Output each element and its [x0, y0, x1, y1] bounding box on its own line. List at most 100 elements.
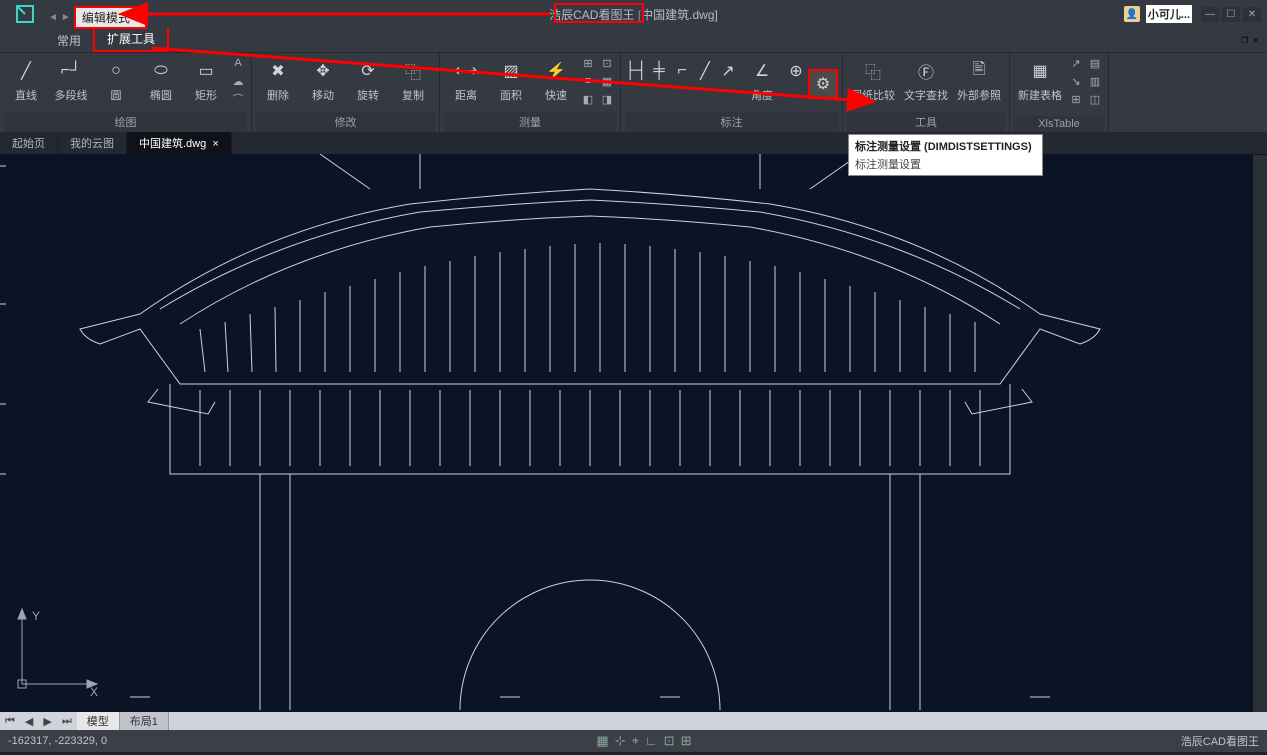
xls-mini-4-icon[interactable]: ▤: [1086, 55, 1104, 71]
xls-mini-5-icon[interactable]: ▥: [1086, 73, 1104, 89]
status-tool-5-icon[interactable]: ⊡: [664, 733, 675, 749]
measure-mini-2-icon[interactable]: ≡: [579, 73, 597, 89]
scrollbar-vertical[interactable]: [1253, 155, 1267, 712]
tool-arc-icon[interactable]: ⌒: [229, 91, 247, 107]
status-tool-4-icon[interactable]: ∟: [645, 733, 658, 749]
doc-tab-current[interactable]: 中国建筑.dwg ×: [127, 132, 232, 154]
tool-line[interactable]: ╱直线: [4, 55, 48, 105]
measure-mini-3-icon[interactable]: ◧: [579, 91, 597, 107]
compare-icon: ⿻: [859, 57, 887, 85]
nav-fwd-icon[interactable]: ►: [61, 12, 71, 23]
tab-extended[interactable]: 扩展工具: [93, 25, 169, 52]
copy-icon: ⿻: [399, 57, 427, 85]
tool-ellipse[interactable]: ⬭椭圆: [139, 55, 183, 105]
polyline-icon: ⌐┘: [57, 57, 85, 85]
ribbon-group-draw: ╱直线 ⌐┘多段线 ○圆 ⬭椭圆 ▭矩形 A ☁ ⌒ 绘图: [0, 53, 252, 132]
tool-distance[interactable]: ⟷距离: [444, 55, 488, 105]
status-tool-6-icon[interactable]: ⊞: [681, 733, 692, 749]
status-bar: -162317, -223329, 0 ▦ ⊹ ⌖ ∟ ⊡ ⊞ 浩辰CAD看图王: [0, 730, 1267, 752]
document-tabs: 起始页 我的云图 中国建筑.dwg ×: [0, 132, 1267, 154]
xls-mini-3-icon[interactable]: ⊞: [1067, 91, 1085, 107]
group-label-tools: 工具: [847, 112, 1005, 132]
eraser-icon: ✖: [264, 57, 292, 85]
tool-dim-5[interactable]: ↗: [717, 55, 739, 87]
rect-icon: ▭: [192, 57, 220, 85]
tool-dim-2[interactable]: ╪: [648, 55, 670, 87]
mode-dropdown[interactable]: 编辑模式 ▾: [74, 6, 147, 29]
drawing-canvas[interactable]: Y X: [0, 154, 1267, 712]
table-icon: ▦: [1026, 57, 1054, 85]
measure-mini-6-icon[interactable]: ◨: [598, 91, 616, 107]
ribbon-group-modify: ✖删除 ✥移动 ⟳旋转 ⿻复制 修改: [252, 53, 440, 132]
document-name: 中国建筑.dwg]: [641, 8, 718, 22]
group-label-measure: 测量: [444, 112, 616, 132]
circle-icon: ○: [102, 57, 130, 85]
tool-dim-3[interactable]: ⌐: [671, 55, 693, 87]
tool-move[interactable]: ✥移动: [301, 55, 345, 105]
tool-delete[interactable]: ✖删除: [256, 55, 300, 105]
status-coordinates: -162317, -223329, 0: [8, 735, 107, 747]
nav-back-icon[interactable]: ◄: [48, 12, 58, 23]
tool-cloud-icon[interactable]: ☁: [229, 73, 247, 89]
tool-newtable[interactable]: ▦新建表格: [1014, 55, 1066, 105]
group-label-draw: 绘图: [4, 112, 247, 132]
tool-dim-6[interactable]: ⊕: [785, 55, 807, 87]
tool-dimdistsettings[interactable]: ⚙: [808, 69, 838, 99]
tool-area[interactable]: ▨面积: [489, 55, 533, 105]
group-label-xlstable: XlsTable: [1014, 116, 1104, 132]
ribbon-group-annotate: ├┤ ╪ ⌐ ╱ ↗ ∠角度 ⊕ ⚙ 标注: [621, 53, 843, 132]
doc-restore-button[interactable]: ❐: [1241, 36, 1248, 48]
draw-mini-col: A ☁ ⌒: [229, 55, 247, 107]
distance-icon: ⟷: [452, 57, 480, 85]
ellipse-icon: ⬭: [147, 57, 175, 85]
xls-mini-6-icon[interactable]: ◫: [1086, 91, 1104, 107]
tool-findtext[interactable]: Ⓕ文字查找: [900, 55, 952, 105]
tool-text-icon[interactable]: A: [229, 55, 247, 71]
window-controls: — ☐ ✕: [1201, 7, 1261, 22]
measure-mini-5-icon[interactable]: ▦: [598, 73, 616, 89]
minimize-button[interactable]: —: [1201, 7, 1219, 22]
doc-close-button[interactable]: ✕: [1252, 36, 1259, 48]
tool-rotate[interactable]: ⟳旋转: [346, 55, 390, 105]
doc-tab-cloud[interactable]: 我的云图: [58, 132, 127, 154]
tool-copy[interactable]: ⿻复制: [391, 55, 435, 105]
status-tool-3-icon[interactable]: ⌖: [632, 733, 639, 749]
layout-nav-prev-icon[interactable]: ◀: [20, 715, 38, 728]
tool-rectangle[interactable]: ▭矩形: [184, 55, 228, 105]
tool-compare[interactable]: ⿻图纸比较: [847, 55, 899, 105]
dim6-icon: ⊕: [782, 57, 810, 85]
layout-nav-first-icon[interactable]: ⏮: [0, 715, 20, 728]
close-button[interactable]: ✕: [1243, 7, 1261, 22]
ribbon-group-xlstable: ▦新建表格 ↗ ↘ ⊞ ▤ ▥ ◫ XlsTable: [1010, 53, 1109, 132]
xls-mini-2-icon[interactable]: ↘: [1067, 73, 1085, 89]
status-tool-1-icon[interactable]: ▦: [596, 733, 608, 749]
tool-angle[interactable]: ∠角度: [740, 55, 784, 105]
findtext-icon: Ⓕ: [912, 57, 940, 85]
measure-mini-4-icon[interactable]: ⊡: [598, 55, 616, 71]
measure-mini-1-icon[interactable]: ⊞: [579, 55, 597, 71]
title-user[interactable]: 👤 小可儿...: [1124, 5, 1192, 23]
tool-fast[interactable]: ⚡快速: [534, 55, 578, 105]
dim5-icon: ↗: [714, 57, 742, 85]
tool-dim-1[interactable]: ├┤: [625, 55, 647, 87]
status-tool-2-icon[interactable]: ⊹: [615, 733, 626, 749]
tool-xref[interactable]: 🖹外部参照: [953, 55, 1005, 105]
tool-circle[interactable]: ○圆: [94, 55, 138, 105]
mode-bar: ◄ ► 编辑模式 ▾: [48, 6, 147, 29]
tool-dim-4[interactable]: ╱: [694, 55, 716, 87]
ribbon-group-tools: ⿻图纸比较 Ⓕ文字查找 🖹外部参照 工具: [843, 53, 1010, 132]
tab-common[interactable]: 常用: [45, 29, 93, 52]
status-tools: ▦ ⊹ ⌖ ∟ ⊡ ⊞: [596, 733, 691, 749]
layout-tab-model[interactable]: 模型: [77, 712, 120, 730]
doc-tab-start[interactable]: 起始页: [0, 132, 58, 154]
app-logo-icon: [6, 0, 44, 28]
layout-nav-last-icon[interactable]: ⏭: [57, 715, 77, 728]
layout-nav-next-icon[interactable]: ▶: [38, 715, 56, 728]
dimsetting-icon: ⚙: [809, 73, 837, 95]
layout-tab-layout1[interactable]: 布局1: [120, 712, 169, 730]
xls-mini-1-icon[interactable]: ↗: [1067, 55, 1085, 71]
axis-y-label: Y: [32, 609, 40, 623]
maximize-button[interactable]: ☐: [1222, 7, 1240, 22]
tool-polyline[interactable]: ⌐┘多段线: [49, 55, 93, 105]
ribbon-group-measure: ⟷距离 ▨面积 ⚡快速 ⊞ ≡ ◧ ⊡ ▦ ◨ 测量: [440, 53, 621, 132]
